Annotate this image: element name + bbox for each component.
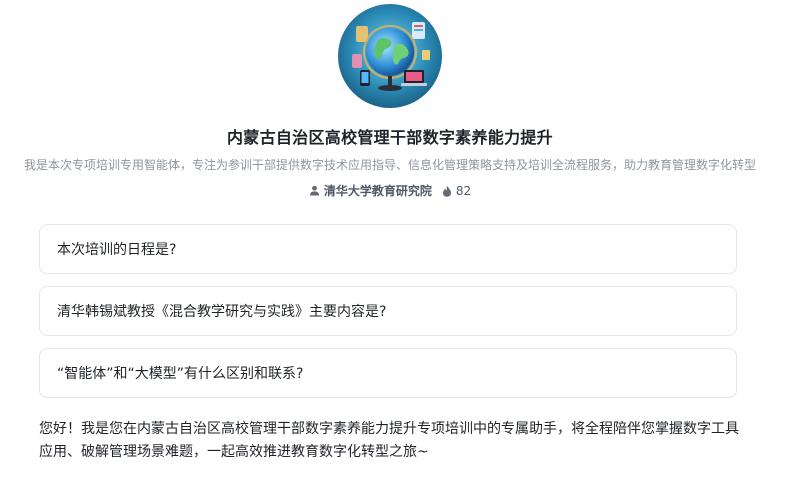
agent-greeting-message: 您好！我是您在内蒙古自治区高校管理干部数字素养能力提升专项培训中的专属助手，将全… xyxy=(39,421,739,460)
agent-description: 我是本次专项培训专用智能体，专注为参训干部提供数字技术应用指导、信息化管理策略支… xyxy=(23,158,756,172)
agent-title: 内蒙古自治区高校管理干部数字素养能力提升 xyxy=(226,128,553,147)
suggested-question-label: 清华韩锡斌教授《混合教学研究与实践》主要内容是? xyxy=(57,304,387,320)
suggested-question[interactable]: 本次培训的日程是? xyxy=(39,224,737,274)
agent-organization: 清华大学教育研究院 xyxy=(309,182,432,199)
agent-usage-count: 82 xyxy=(442,184,471,198)
suggested-question[interactable]: “智能体”和“大模型”有什么区别和联系? xyxy=(39,348,737,398)
agent-avatar xyxy=(338,4,442,108)
globe-icon xyxy=(338,4,442,108)
suggested-question[interactable]: 清华韩锡斌教授《混合教学研究与实践》主要内容是? xyxy=(39,286,737,336)
flame-icon xyxy=(442,185,451,197)
organization-name: 清华大学教育研究院 xyxy=(323,184,432,198)
suggested-question-label: 本次培训的日程是? xyxy=(57,242,177,258)
agent-intro-page: 内蒙古自治区高校管理干部数字素养能力提升 我是本次专项培训专用智能体，专注为参训… xyxy=(0,0,796,477)
usage-count-value: 82 xyxy=(455,183,472,198)
agent-meta: 清华大学教育研究院 82 xyxy=(0,182,780,199)
user-icon xyxy=(309,185,319,196)
suggested-question-label: “智能体”和“大模型”有什么区别和联系? xyxy=(57,366,304,382)
